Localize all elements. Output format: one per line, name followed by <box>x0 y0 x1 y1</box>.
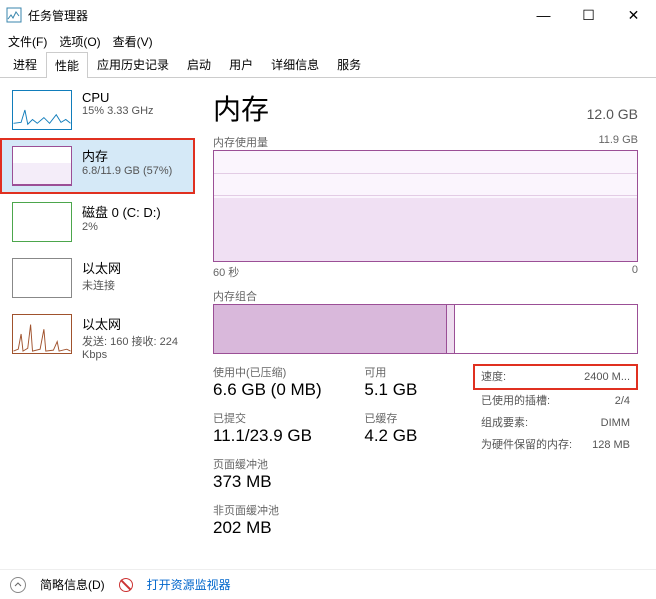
sidebar-item-sub: 15% 3.33 GHz <box>82 105 154 117</box>
memory-thumb-icon <box>12 146 72 186</box>
maximize-button[interactable]: ☐ <box>566 0 611 30</box>
info-label: 组成要素: <box>481 414 528 432</box>
info-form-factor: DIMM <box>601 414 630 432</box>
fewer-details-link[interactable]: 简略信息(D) <box>40 576 105 593</box>
chart-usage-max: 11.9 GB <box>598 134 638 150</box>
menu-view[interactable]: 查看(V) <box>113 33 153 50</box>
info-slots: 2/4 <box>615 392 630 410</box>
time-axis-left: 60 秒 <box>213 264 239 280</box>
sidebar-item-cpu[interactable]: CPU 15% 3.33 GHz <box>0 82 195 138</box>
info-label: 已使用的插槽: <box>481 392 550 410</box>
open-resource-monitor-link[interactable]: 打开资源监视器 <box>147 576 231 593</box>
sidebar-item-label: 以太网 <box>82 258 121 277</box>
tab-users[interactable]: 用户 <box>220 51 262 77</box>
tab-details[interactable]: 详细信息 <box>262 51 328 77</box>
stat-committed: 11.1/23.9 GB <box>213 426 343 446</box>
minimize-button[interactable]: — <box>521 0 566 30</box>
sidebar-item-label: 内存 <box>82 146 172 165</box>
sidebar-item-sub: 6.8/11.9 GB (57%) <box>82 165 172 177</box>
cpu-thumb-icon <box>12 90 72 130</box>
info-reserved: 128 MB <box>592 436 630 454</box>
ethernet-thumb-icon <box>12 314 72 354</box>
chart-usage-label: 内存使用量 <box>213 134 268 150</box>
tabbar: 进程 性能 应用历史记录 启动 用户 详细信息 服务 <box>0 52 656 78</box>
close-button[interactable]: ✕ <box>611 0 656 30</box>
sidebar-item-label: 以太网 <box>82 314 183 333</box>
stat-label: 已提交 <box>213 410 343 426</box>
menu-options[interactable]: 选项(O) <box>59 33 100 50</box>
chevron-up-icon[interactable] <box>10 577 26 593</box>
tab-services[interactable]: 服务 <box>328 51 370 77</box>
composition-label: 内存组合 <box>213 288 638 304</box>
app-icon <box>6 7 22 23</box>
stat-label: 可用 <box>364 364 417 380</box>
time-axis-right: 0 <box>632 264 638 280</box>
sidebar-item-sub: 发送: 160 接收: 224 Kbps <box>82 333 183 361</box>
sidebar-item-sub: 2% <box>82 221 161 233</box>
stat-paged: 373 MB <box>213 472 343 492</box>
menubar: 文件(F) 选项(O) 查看(V) <box>0 30 656 52</box>
stat-label: 页面缓冲池 <box>213 456 343 472</box>
memory-usage-chart[interactable] <box>213 150 638 262</box>
sidebar-item-disk[interactable]: 磁盘 0 (C: D:) 2% <box>0 194 195 250</box>
menu-file[interactable]: 文件(F) <box>8 33 47 50</box>
main-panel: 内存 12.0 GB 内存使用量 11.9 GB 60 秒 0 内存组合 <box>195 78 656 569</box>
tab-app-history[interactable]: 应用历史记录 <box>88 51 178 77</box>
stat-label: 已缓存 <box>364 410 417 426</box>
info-speed: 2400 M... <box>584 368 630 386</box>
memory-total: 12.0 GB <box>587 106 638 122</box>
window-title: 任务管理器 <box>28 7 88 24</box>
sidebar-item-sub: 未连接 <box>82 277 121 293</box>
sidebar-item-label: CPU <box>82 90 154 105</box>
info-label: 为硬件保留的内存: <box>481 436 572 454</box>
memory-composition-chart[interactable] <box>213 304 638 354</box>
sidebar-item-ethernet-2[interactable]: 以太网 发送: 160 接收: 224 Kbps <box>0 306 195 369</box>
tab-startup[interactable]: 启动 <box>178 51 220 77</box>
stat-available: 5.1 GB <box>364 380 417 400</box>
tab-processes[interactable]: 进程 <box>4 51 46 77</box>
page-title: 内存 <box>213 88 269 128</box>
memory-speed-row: 速度: 2400 M... <box>473 364 638 390</box>
ethernet-thumb-icon <box>12 258 72 298</box>
stat-nonpaged: 202 MB <box>213 518 279 538</box>
stat-label: 非页面缓冲池 <box>213 502 279 518</box>
resource-monitor-icon <box>119 578 133 592</box>
disk-thumb-icon <box>12 202 72 242</box>
stat-in-use: 6.6 GB (0 MB) <box>213 380 343 400</box>
sidebar-item-memory[interactable]: 内存 6.8/11.9 GB (57%) <box>0 138 195 194</box>
stat-label: 使用中(已压缩) <box>213 364 343 380</box>
sidebar-item-label: 磁盘 0 (C: D:) <box>82 202 161 221</box>
tab-performance[interactable]: 性能 <box>46 52 88 78</box>
sidebar-item-ethernet-1[interactable]: 以太网 未连接 <box>0 250 195 306</box>
stat-cached: 4.2 GB <box>364 426 417 446</box>
sidebar: CPU 15% 3.33 GHz 内存 6.8/11.9 GB (57%) 磁盘… <box>0 78 195 569</box>
info-label: 速度: <box>481 368 506 386</box>
